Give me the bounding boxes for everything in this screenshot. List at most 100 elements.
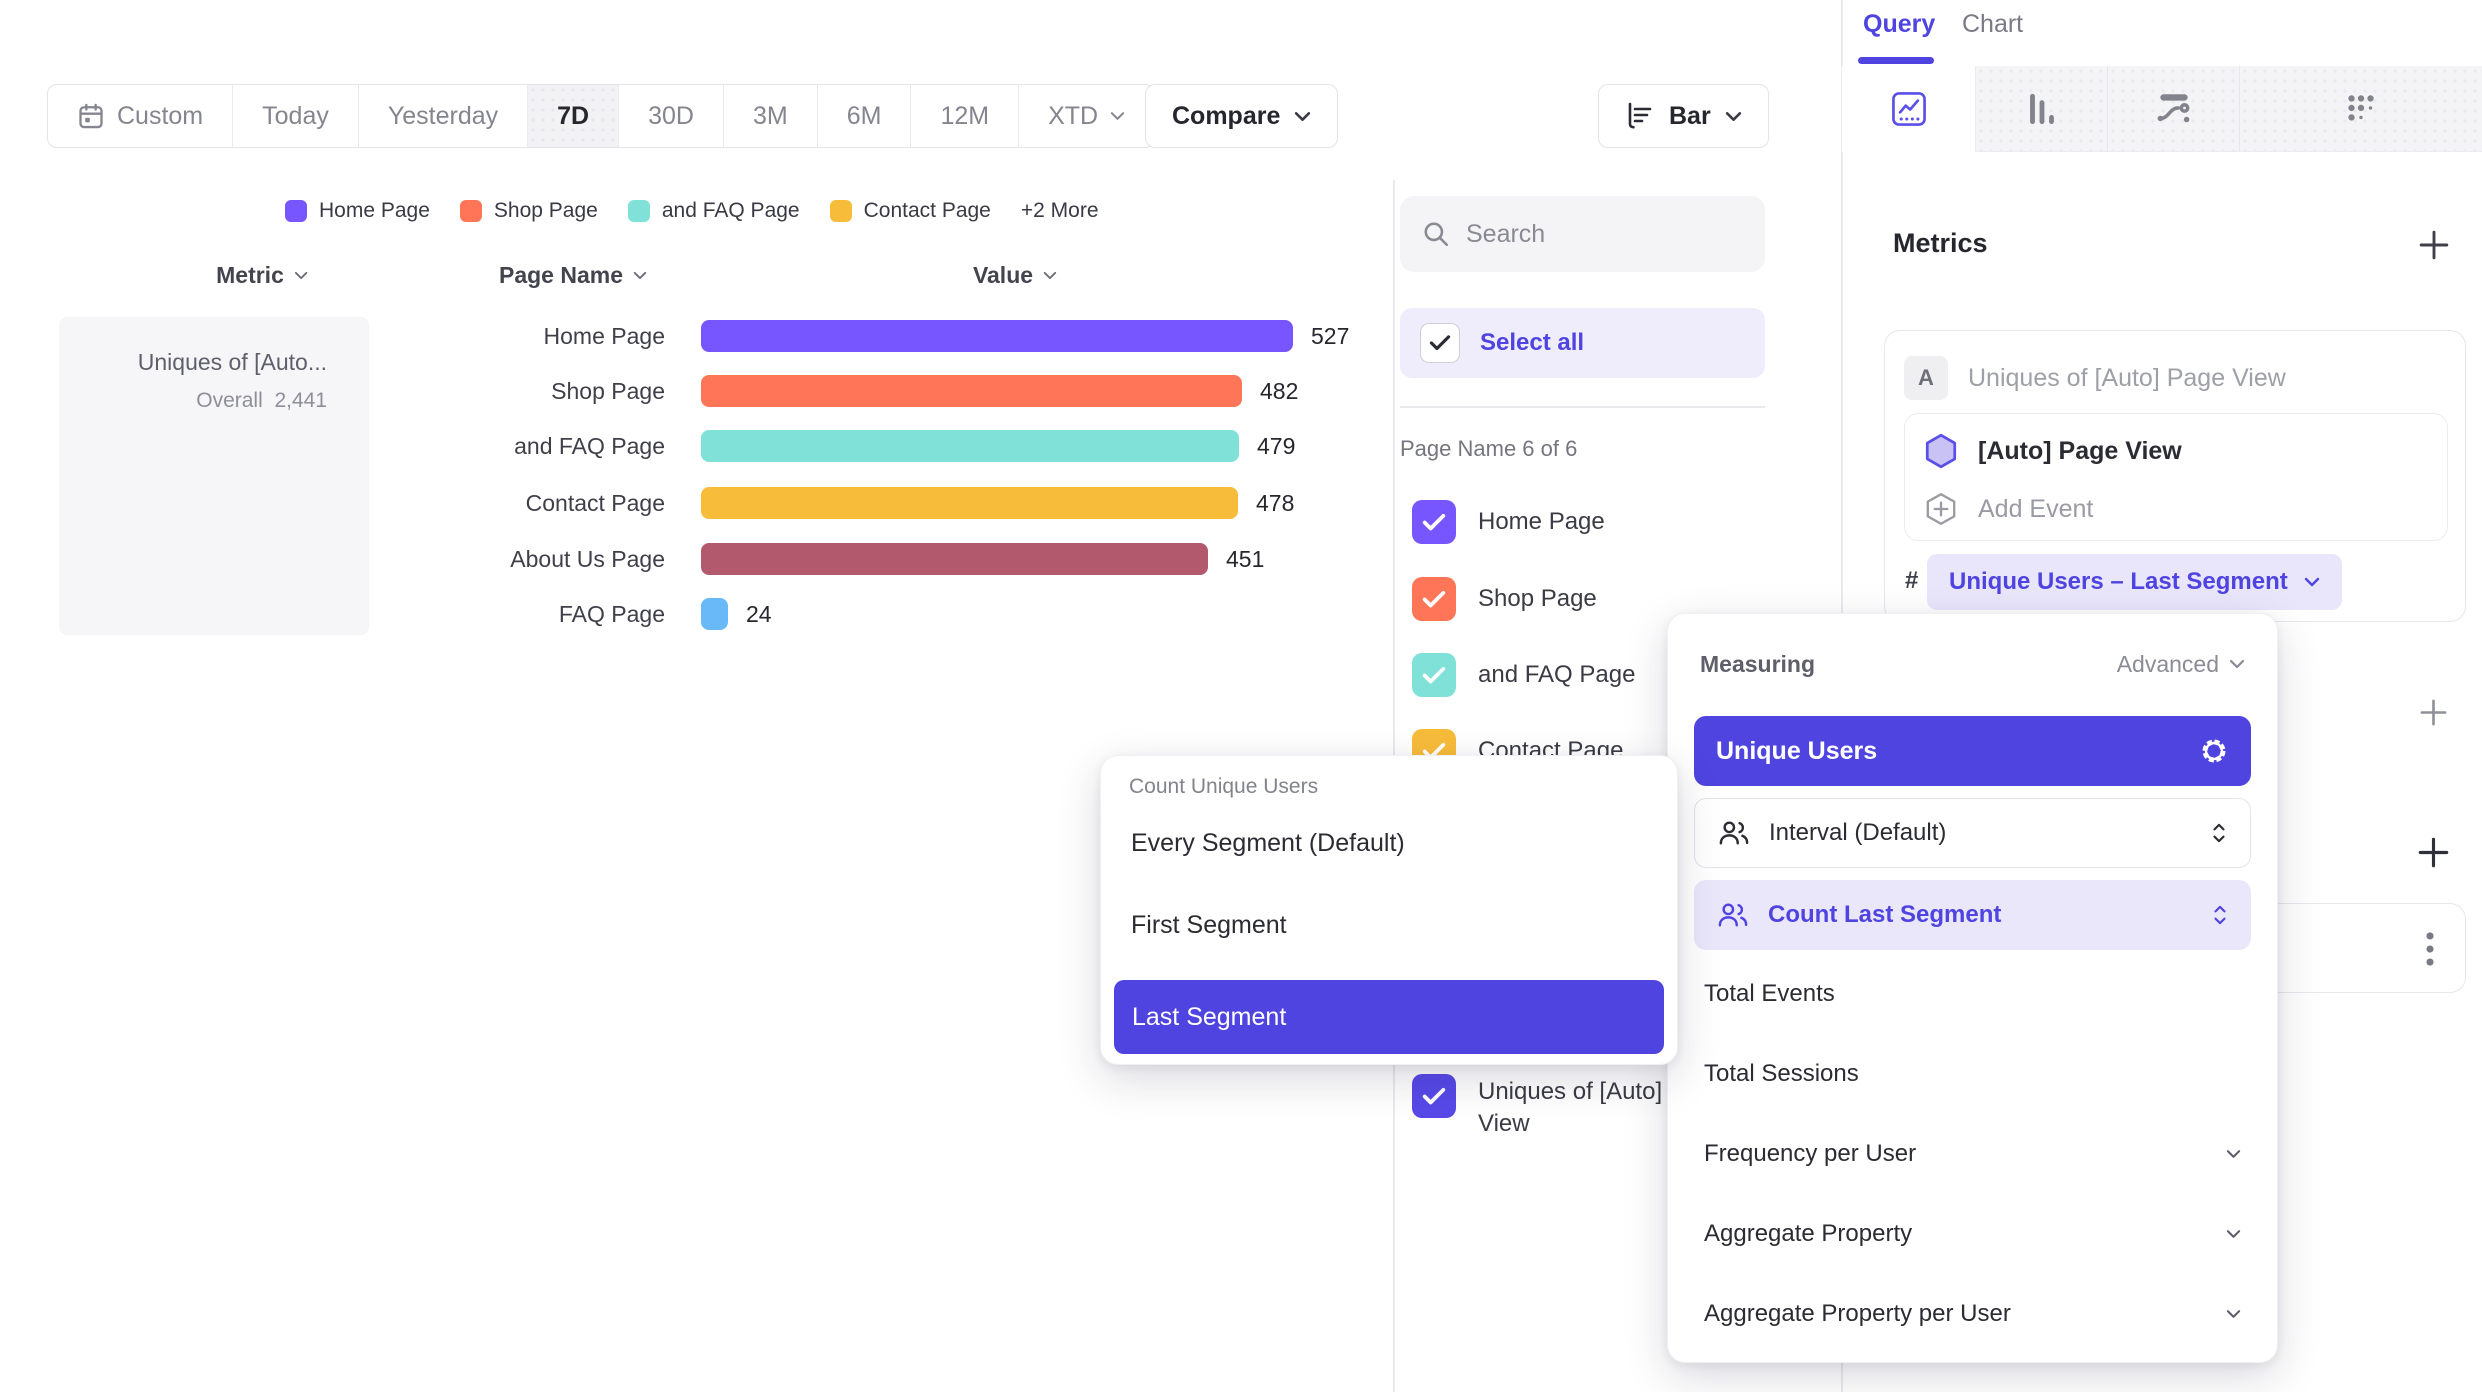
search-input[interactable] [1466, 220, 1706, 249]
chart-type-label: Bar [1669, 102, 1711, 131]
date-range-7d[interactable]: 7D [528, 85, 619, 147]
chevron-down-icon [2226, 1149, 2241, 1159]
metric-series-checkbox[interactable] [1412, 1074, 1456, 1118]
measure-selector[interactable]: Unique Users – Last Segment [1927, 554, 2342, 610]
legend-item[interactable]: Contact Page [830, 199, 991, 223]
bar[interactable] [701, 487, 1238, 519]
tab-chart[interactable]: Chart [1962, 10, 2023, 39]
measuring-option-frequency-per-user[interactable]: Frequency per User [1694, 1114, 2251, 1194]
segment-dropdown-title: Count Unique Users [1129, 772, 1649, 802]
measuring-option-aggregate-property[interactable]: Aggregate Property [1694, 1194, 2251, 1274]
select-all-label: Select all [1480, 329, 1584, 357]
search-icon [1422, 220, 1450, 248]
segment-checkbox[interactable] [1412, 500, 1456, 544]
report-tab-flows[interactable] [2108, 66, 2240, 152]
chevron-down-icon [633, 271, 647, 280]
report-type-tabs [1842, 66, 2482, 152]
metric-summary-card[interactable]: Uniques of [Auto... Overall 2,441 [59, 317, 369, 635]
chart-type-dropdown[interactable]: Bar [1598, 84, 1769, 148]
measuring-option-total-sessions[interactable]: Total Sessions [1694, 1034, 2251, 1114]
measuring-option-interval[interactable]: Interval (Default) [1694, 798, 2251, 868]
calendar-icon [77, 102, 105, 130]
measuring-title: Measuring [1700, 651, 1815, 678]
date-range-6m[interactable]: 6M [818, 85, 912, 147]
segment-group-label: Page Name 6 of 6 [1400, 436, 1577, 462]
bar[interactable] [701, 320, 1293, 352]
bar-value: 527 [1311, 320, 1349, 352]
measuring-option-list: Total EventsTotal SessionsFrequency per … [1694, 954, 2251, 1354]
date-range-30d[interactable]: 30D [619, 85, 724, 147]
metric-name: Uniques of [Auto... [138, 349, 327, 376]
measuring-option-total-events[interactable]: Total Events [1694, 954, 2251, 1034]
segment-search[interactable] [1400, 196, 1765, 272]
bar[interactable] [701, 598, 728, 630]
measuring-dropdown: Measuring Advanced Unique Users [1667, 613, 2278, 1363]
column-header-value[interactable]: Value [973, 262, 1057, 289]
bar[interactable] [701, 430, 1239, 462]
count-unique-users-dropdown: Count Unique Users Every Segment (Defaul… [1100, 755, 1678, 1065]
report-tab-retention[interactable] [2240, 66, 2482, 152]
segment-option-first-segment[interactable]: First Segment [1101, 884, 1677, 966]
bar[interactable] [701, 543, 1208, 575]
compare-label: Compare [1172, 102, 1280, 131]
legend-item[interactable]: Shop Page [460, 199, 598, 223]
segment-item-home-page[interactable]: Home Page [1412, 500, 1605, 544]
insights-report-page: CustomTodayYesterday7D30D3M6M12MXTD Comp… [0, 0, 2482, 1392]
kebab-menu-icon[interactable] [2425, 930, 2435, 968]
date-range-xtd[interactable]: XTD [1019, 85, 1154, 147]
date-range-today[interactable]: Today [233, 85, 359, 147]
segment-checkbox[interactable] [1412, 653, 1456, 697]
metric-letter-badge: A [1904, 356, 1948, 400]
bar-value: 478 [1256, 487, 1294, 519]
add-event-row[interactable]: Add Event [1922, 490, 2093, 528]
column-header-metric[interactable]: Metric [216, 262, 308, 289]
segment-item-and-faq-page[interactable]: and FAQ Page [1412, 653, 1635, 697]
event-name: [Auto] Page View [1978, 437, 2182, 466]
metric-row[interactable]: A Uniques of [Auto] Page View [1904, 356, 2286, 400]
report-tab-funnels[interactable] [1976, 66, 2108, 152]
bar-category-label: Contact Page [245, 487, 665, 519]
date-range-yesterday[interactable]: Yesterday [359, 85, 528, 147]
measuring-option-aggregate-property-per-user[interactable]: Aggregate Property per User [1694, 1274, 2251, 1354]
segment-item-shop-page[interactable]: Shop Page [1412, 577, 1597, 621]
add-filter-button[interactable] [2419, 698, 2448, 727]
advanced-toggle[interactable]: Advanced [2117, 651, 2245, 678]
segment-option-last-segment[interactable]: Last Segment [1114, 980, 1664, 1054]
chevron-down-icon [1043, 271, 1057, 280]
bar-category-label: Home Page [245, 320, 665, 352]
legend-more[interactable]: +2 More [1021, 199, 1099, 223]
add-metric-button[interactable] [2418, 229, 2450, 261]
event-row[interactable]: [Auto] Page View [1922, 432, 2182, 470]
vertical-bars-icon [2023, 90, 2061, 128]
flows-icon [2154, 89, 2194, 129]
legend-item[interactable]: and FAQ Page [628, 199, 800, 223]
active-tab-underline [1858, 57, 1934, 64]
measuring-option-unique-users[interactable]: Unique Users [1694, 716, 2251, 786]
chevron-down-icon [1294, 111, 1311, 122]
people-icon [1717, 818, 1751, 848]
date-range-custom[interactable]: Custom [48, 85, 233, 147]
segment-checkbox[interactable] [1412, 577, 1456, 621]
segment-option-every-segment-default-[interactable]: Every Segment (Default) [1101, 802, 1677, 884]
bar-category-label: FAQ Page [245, 598, 665, 630]
bar-value: 479 [1257, 430, 1295, 462]
compare-button[interactable]: Compare [1145, 84, 1338, 148]
bar-value: 451 [1226, 543, 1264, 575]
date-range-3m[interactable]: 3M [724, 85, 818, 147]
add-breakdown-button[interactable] [2417, 836, 2450, 869]
measure-hash: # [1905, 567, 1918, 595]
select-all-row[interactable]: Select all [1400, 308, 1765, 378]
legend-item[interactable]: Home Page [285, 199, 430, 223]
bar[interactable] [701, 375, 1242, 407]
add-event-hexagon-icon [1922, 490, 1960, 528]
sort-arrows-icon [2211, 904, 2229, 926]
line-chart-icon [1889, 89, 1929, 129]
sidebar-divider [1400, 406, 1765, 408]
date-range-12m[interactable]: 12M [911, 85, 1019, 147]
measuring-option-count-last-segment[interactable]: Count Last Segment [1694, 880, 2251, 950]
column-header-page-name[interactable]: Page Name [499, 262, 647, 289]
select-all-checkbox[interactable] [1420, 323, 1460, 363]
bar-value: 24 [746, 598, 772, 630]
tab-query[interactable]: Query [1863, 10, 1935, 39]
report-tab-insights[interactable] [1842, 66, 1976, 152]
